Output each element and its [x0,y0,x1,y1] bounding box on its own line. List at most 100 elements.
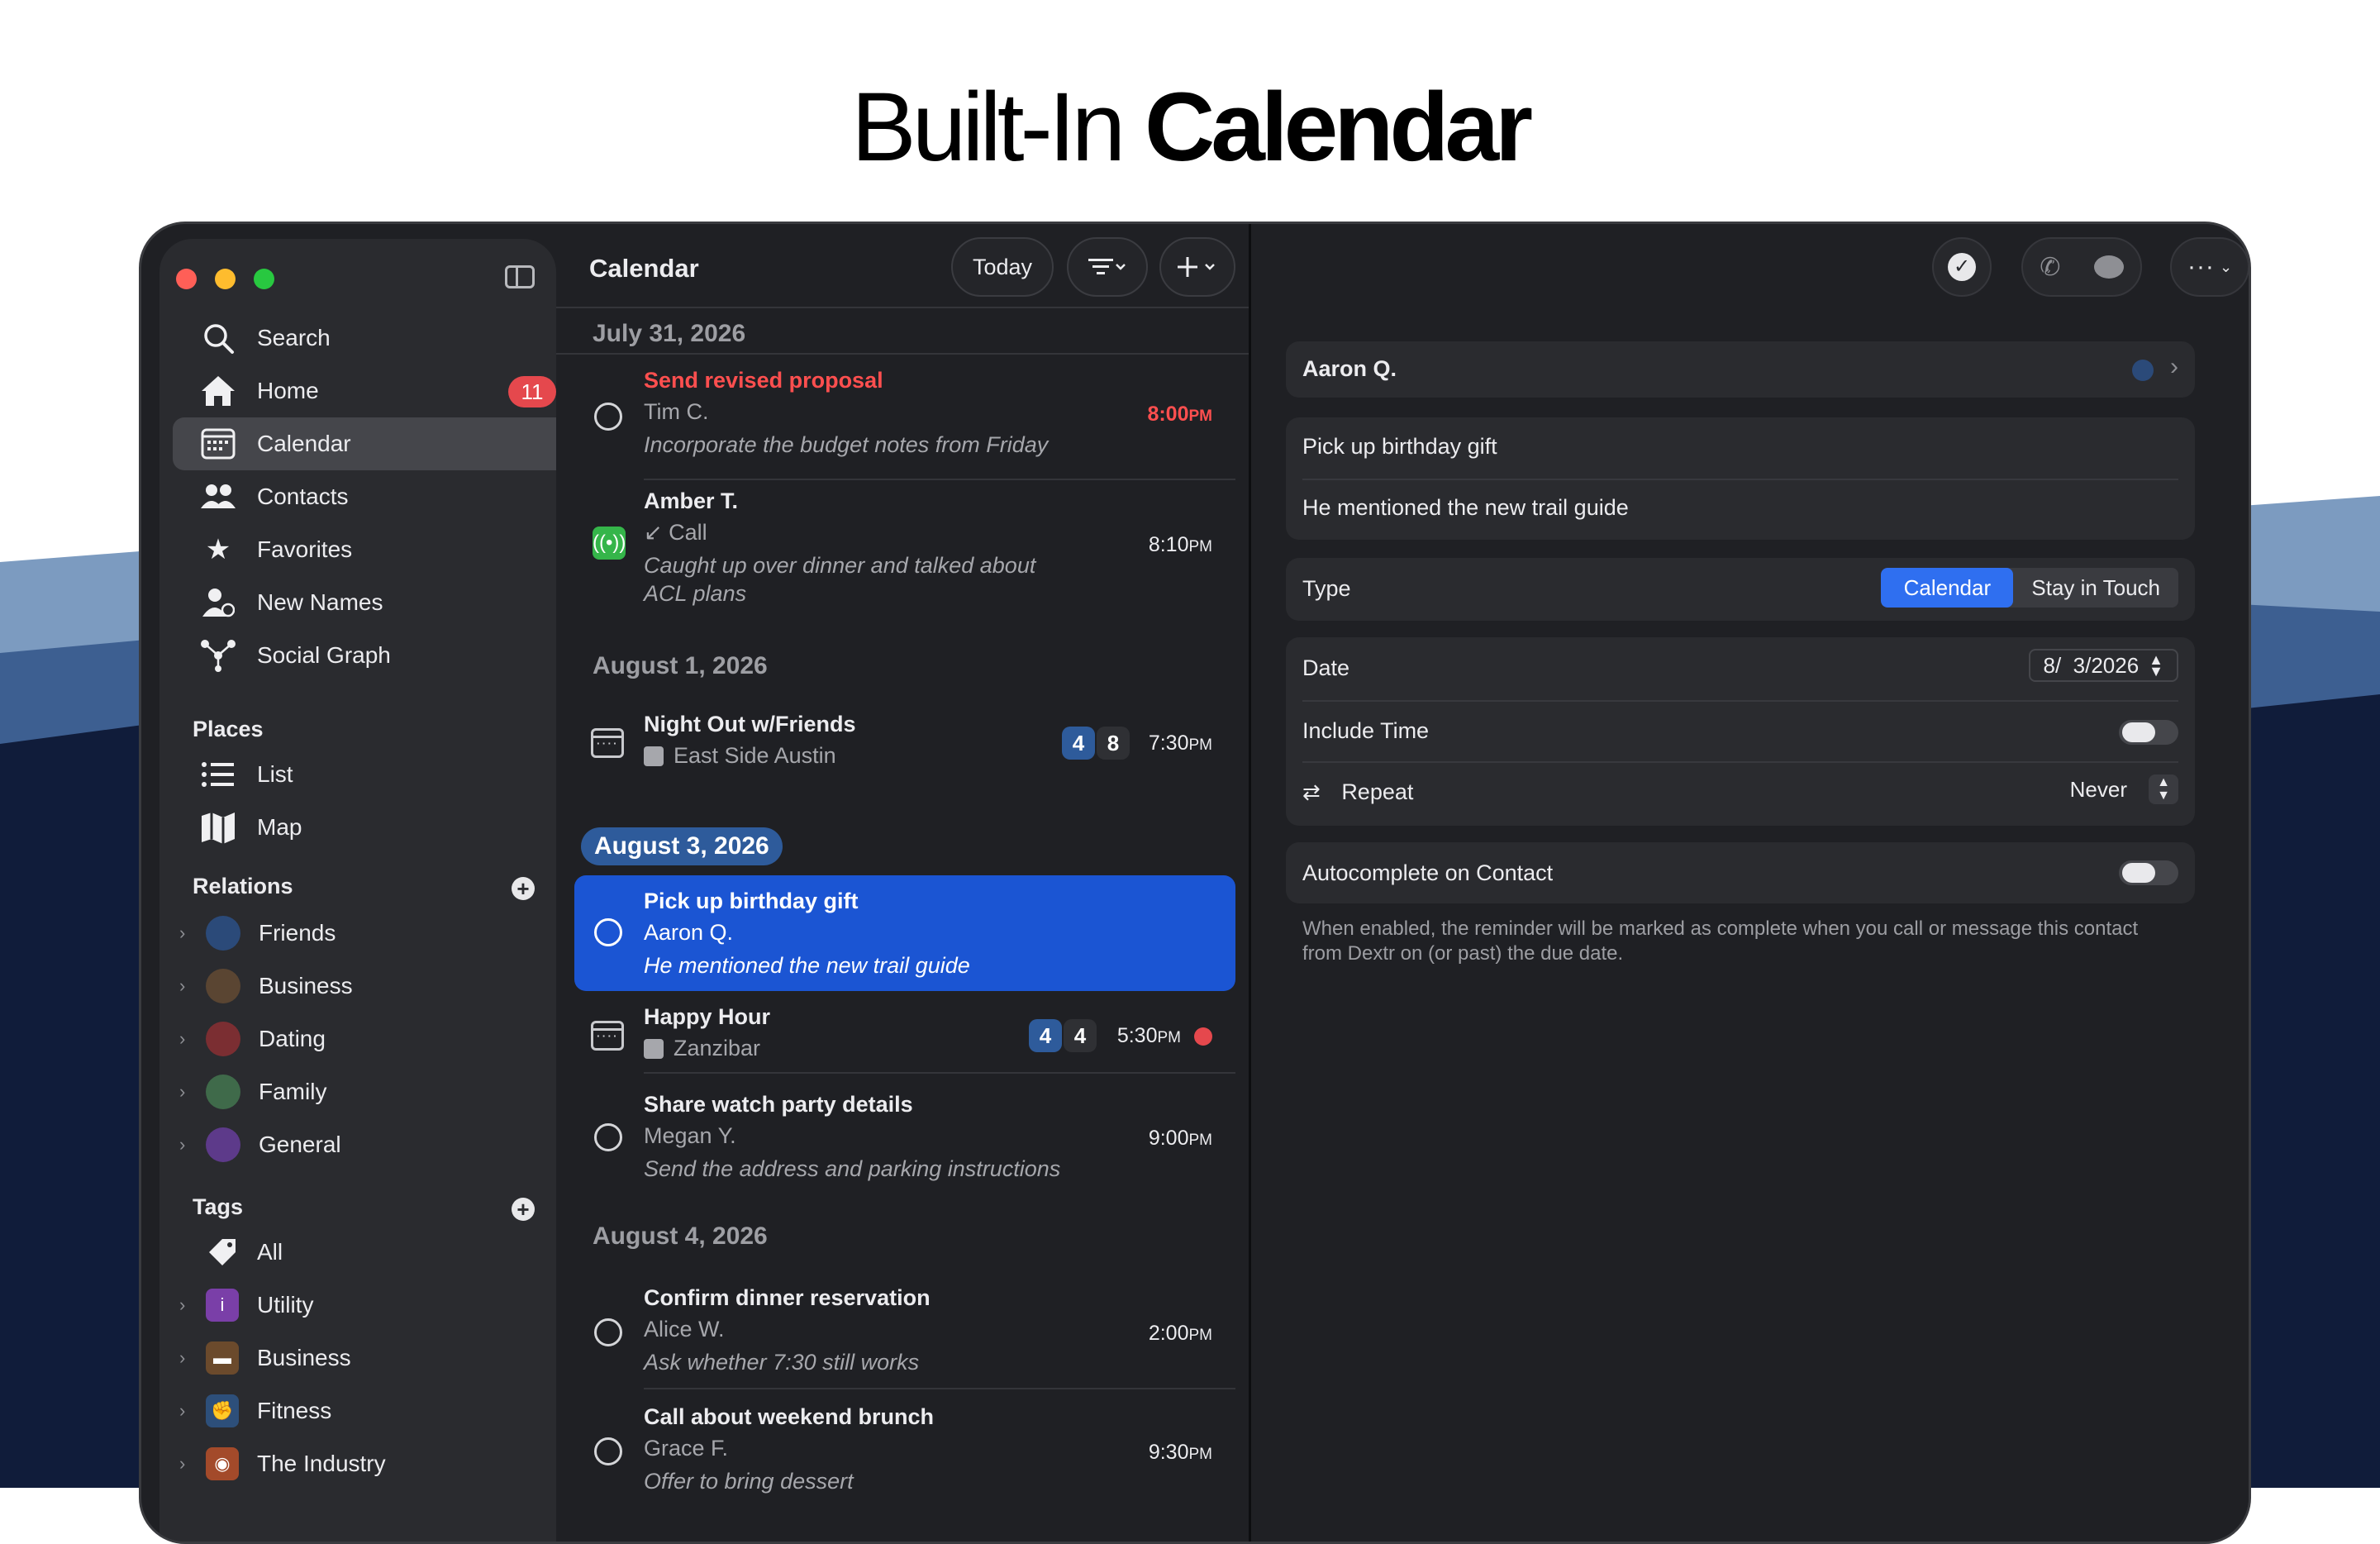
tag-label: Fitness [257,1398,332,1423]
sidebar-item-home[interactable]: Home 11 [173,365,568,417]
relation-color-dot [206,969,240,1003]
message-icon[interactable] [2093,255,2124,279]
entry-title: Share watch party details [644,1092,913,1117]
relation-item-family[interactable]: › Family [179,1067,559,1117]
chevron-right-icon[interactable]: › [179,1453,198,1475]
headline: Built-In Calendar [0,71,2380,183]
call-type: Call [669,520,707,545]
autocomplete-toggle[interactable] [2119,860,2178,885]
calendar-entry[interactable]: Happy Hour Zanzibar 4 4 5:30PM [574,999,1235,1072]
calendar-entry-selected[interactable]: Pick up birthday gift Aaron Q. He mentio… [574,875,1235,991]
close-window-button[interactable] [176,269,197,289]
calendar-entry[interactable]: ((•)) Amber T. ↙ Call Caught up over din… [574,485,1235,624]
page-title: Calendar [589,254,699,283]
complete-checkbox[interactable] [594,1318,622,1346]
entry-note: He mentioned the new trail guide [644,953,970,978]
tag-item-the-industry[interactable]: › ◉ The Industry [179,1439,559,1489]
add-relation-button[interactable]: + [512,877,535,900]
date-picker[interactable]: 8/ 3/2026 ▲ ▼ [2028,649,2178,682]
entry-title: Send revised proposal [644,368,883,393]
repeat-select[interactable]: Never ▲ ▼ [2070,774,2178,804]
detail-pane: ✓ ✆ ··· ⌄ Aaron Q. › Pick up birthday gi… [1251,224,2249,1542]
calendar-event-icon [591,1021,624,1051]
type-option-calendar[interactable]: Calendar [1881,568,2014,608]
calendar-entry[interactable]: Call about weekend brunch Grace F. Offer… [574,1394,1235,1510]
zoom-window-button[interactable] [254,269,274,289]
chevron-right-icon[interactable]: › [179,922,198,944]
stepper-arrows-icon[interactable]: ▲ ▼ [2149,652,2163,679]
entry-location: Zanzibar [644,1036,760,1061]
sidebar-toggle-icon[interactable] [505,265,535,288]
sidebar-item-favorites[interactable]: ★ Favorites [173,523,568,576]
complete-checkbox[interactable] [594,918,622,946]
relation-item-dating[interactable]: › Dating [179,1014,559,1064]
time-value: 2:00 [1148,1322,1189,1345]
complete-checkbox[interactable] [594,403,622,431]
minimize-window-button[interactable] [215,269,236,289]
relation-item-general[interactable]: › General [179,1120,559,1170]
tag-item-all[interactable]: All [179,1227,559,1277]
chevron-right-icon[interactable]: › [179,975,198,997]
toolbar-divider [556,307,1249,308]
chevron-right-icon[interactable]: › [179,1028,198,1050]
calendar-entry[interactable]: Confirm dinner reservation Alice W. Ask … [574,1275,1235,1391]
sidebar-item-social-graph[interactable]: Social Graph [173,629,568,682]
chevron-right-icon[interactable]: › [179,1347,198,1369]
complete-checkbox[interactable] [594,1123,622,1151]
type-option-stay-in-touch[interactable]: Stay in Touch [2013,568,2178,608]
include-time-toggle[interactable] [2119,720,2178,745]
add-menu-button[interactable] [1159,237,1235,297]
reminder-note-field[interactable]: He mentioned the new trail guide [1302,495,1629,521]
repeat-row: ⇄ Repeat [1302,779,1413,805]
tag-item-utility[interactable]: › i Utility [179,1280,559,1330]
sidebar-item-contacts[interactable]: Contacts [173,470,568,523]
attendee-count-badge: 4 [1062,727,1095,760]
sidebar-item-list[interactable]: List [173,748,568,801]
today-button[interactable]: Today [951,237,1054,297]
calendar-entry[interactable]: Send revised proposal Tim C. Incorporate… [574,365,1235,479]
app-window: Search Home 11 Calendar Contacts ★ Favor… [139,222,2251,1544]
tag-item-business[interactable]: › ▬ Business [179,1333,559,1383]
complete-checkbox[interactable] [594,1437,622,1465]
more-options-button[interactable]: ··· ⌄ [2170,237,2249,297]
time-value: 7:30 [1148,731,1189,755]
relation-item-business[interactable]: › Business [179,961,559,1011]
reminder-title-field[interactable]: Pick up birthday gift [1302,434,1497,460]
entry-title: Amber T. [644,488,739,513]
calendar-entry[interactable]: Share watch party details Megan Y. Send … [574,1079,1235,1194]
attendee-count-badge: 4 [1029,1019,1062,1052]
chevron-right-icon[interactable]: › [179,1081,198,1103]
field-divider [1302,700,2178,702]
time-ampm: PM [1188,1132,1213,1149]
chevron-right-icon[interactable]: › [179,1400,198,1422]
filter-menu-button[interactable] [1067,237,1148,297]
contact-link-row[interactable]: Aaron Q. › [1286,341,2195,398]
tag-item-fitness[interactable]: › ✊ Fitness [179,1386,559,1436]
sidebar-item-new-names[interactable]: New Names [173,576,568,629]
red-status-dot [1194,1027,1212,1046]
date-header: August 4, 2026 [593,1222,768,1250]
sidebar-item-label: Calendar [257,431,351,456]
type-segmented-control: Calendar Stay in Touch [1881,568,2178,608]
add-tag-button[interactable]: + [512,1198,535,1221]
sidebar-item-calendar[interactable]: Calendar [173,417,568,470]
film-icon: ◉ [206,1447,239,1480]
contact-avatar [2132,360,2154,381]
home-icon [199,372,237,410]
sidebar-item-search[interactable]: Search [173,312,568,365]
sidebar-item-label: Map [257,814,302,840]
tag-label: The Industry [257,1451,386,1476]
sidebar-item-map[interactable]: Map [173,801,568,854]
new-person-icon [199,584,237,622]
chevron-right-icon[interactable]: › [179,1294,198,1316]
entry-note: Send the address and parking instruction… [644,1156,1061,1181]
phone-icon[interactable]: ✆ [2040,253,2060,282]
entry-person: Tim C. [644,399,709,424]
relation-item-friends[interactable]: › Friends [179,908,559,958]
chevron-right-icon[interactable]: › [179,1134,198,1156]
entry-time: 8:10PM [1149,533,1212,557]
graph-icon [199,636,237,674]
entry-person: Megan Y. [644,1123,736,1148]
calendar-entry[interactable]: Night Out w/Friends East Side Austin 4 8… [574,707,1235,781]
mark-complete-button[interactable]: ✓ [1932,237,1992,297]
